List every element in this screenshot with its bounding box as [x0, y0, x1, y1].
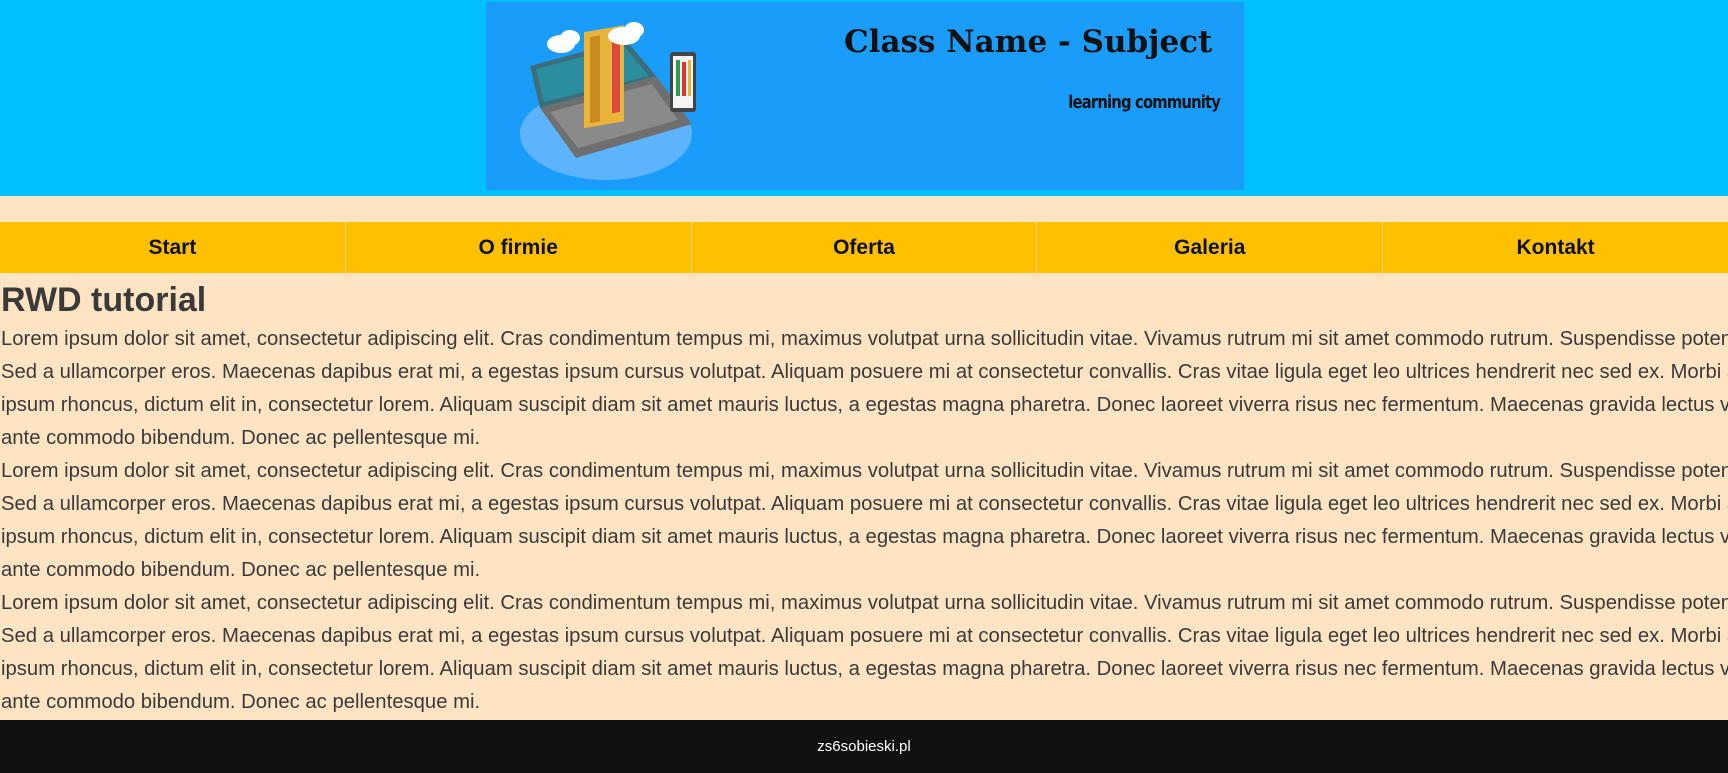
- main-nav: Start O firmie Oferta Galeria Kontakt: [0, 222, 1728, 273]
- page-heading: RWD tutorial: [1, 281, 207, 319]
- nav-item-o-firmie[interactable]: O firmie: [346, 222, 692, 273]
- content-paragraph: Lorem ipsum dolor sit amet, consectetur …: [1, 328, 1728, 449]
- footer-text: zs6sobieski.pl: [817, 738, 911, 755]
- nav-item-oferta[interactable]: Oferta: [692, 222, 1038, 273]
- content-paragraph: Lorem ipsum dolor sit amet, consectetur …: [1, 460, 1728, 581]
- nav-item-start[interactable]: Start: [0, 222, 346, 273]
- main-content: RWD tutorial Lorem ipsum dolor sit amet,…: [1, 277, 1728, 717]
- site-footer: zs6sobieski.pl: [0, 720, 1728, 773]
- nav-item-kontakt[interactable]: Kontakt: [1383, 222, 1728, 273]
- content-paragraph: Lorem ipsum dolor sit amet, consectetur …: [1, 592, 1728, 713]
- page: Class Name - Subject learning community …: [0, 0, 1728, 773]
- banner-title: Class Name - Subject: [844, 24, 1213, 60]
- banner-subtitle: learning community: [1068, 92, 1221, 113]
- header-banner: Class Name - Subject learning community: [486, 2, 1244, 190]
- nav-item-galeria[interactable]: Galeria: [1037, 222, 1384, 273]
- site-header: Class Name - Subject learning community: [0, 0, 1728, 196]
- laptop-books-icon: [520, 22, 696, 180]
